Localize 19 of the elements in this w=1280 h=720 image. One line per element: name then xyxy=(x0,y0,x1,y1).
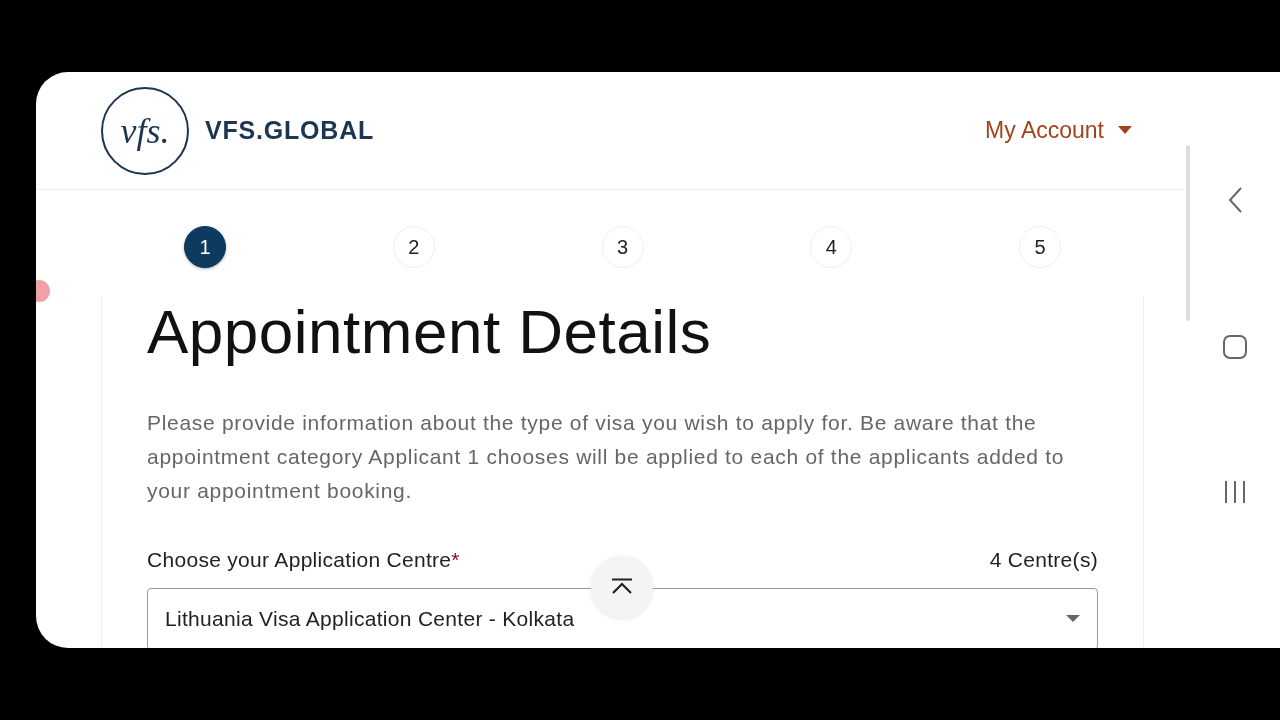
step-indicator[interactable]: 2 xyxy=(392,226,435,268)
recents-icon[interactable] xyxy=(1223,480,1247,504)
logo-text: VFS.GLOBAL xyxy=(205,116,375,145)
caret-icon xyxy=(1066,615,1080,623)
chevron-up-icon xyxy=(610,578,634,596)
back-icon[interactable] xyxy=(1227,186,1243,214)
scroll-top-button[interactable] xyxy=(591,556,653,618)
intro-text: Please provide information about the type of visa you wish to apply for. Be aware that the appointment category Applicant 1 chooses will be applied to each of the applicants added to your appointment booking. xyxy=(147,410,1066,504)
centre-count: 4 Centre(s) xyxy=(989,548,1098,572)
account-menu[interactable]: My Account xyxy=(985,117,1132,144)
home-icon[interactable] xyxy=(1222,334,1248,360)
page-title: Appointment Details xyxy=(147,296,713,368)
step-indicator[interactable]: 4 xyxy=(810,226,853,268)
step-indicator[interactable]: 5 xyxy=(1019,226,1061,268)
step-indicator[interactable]: 1 xyxy=(184,226,226,268)
step-indicator[interactable]: 3 xyxy=(601,226,644,268)
logo-mark: vfs. xyxy=(101,86,189,175)
field-label: Choose your Application Centre* xyxy=(147,548,460,572)
caret-icon xyxy=(1118,126,1132,135)
